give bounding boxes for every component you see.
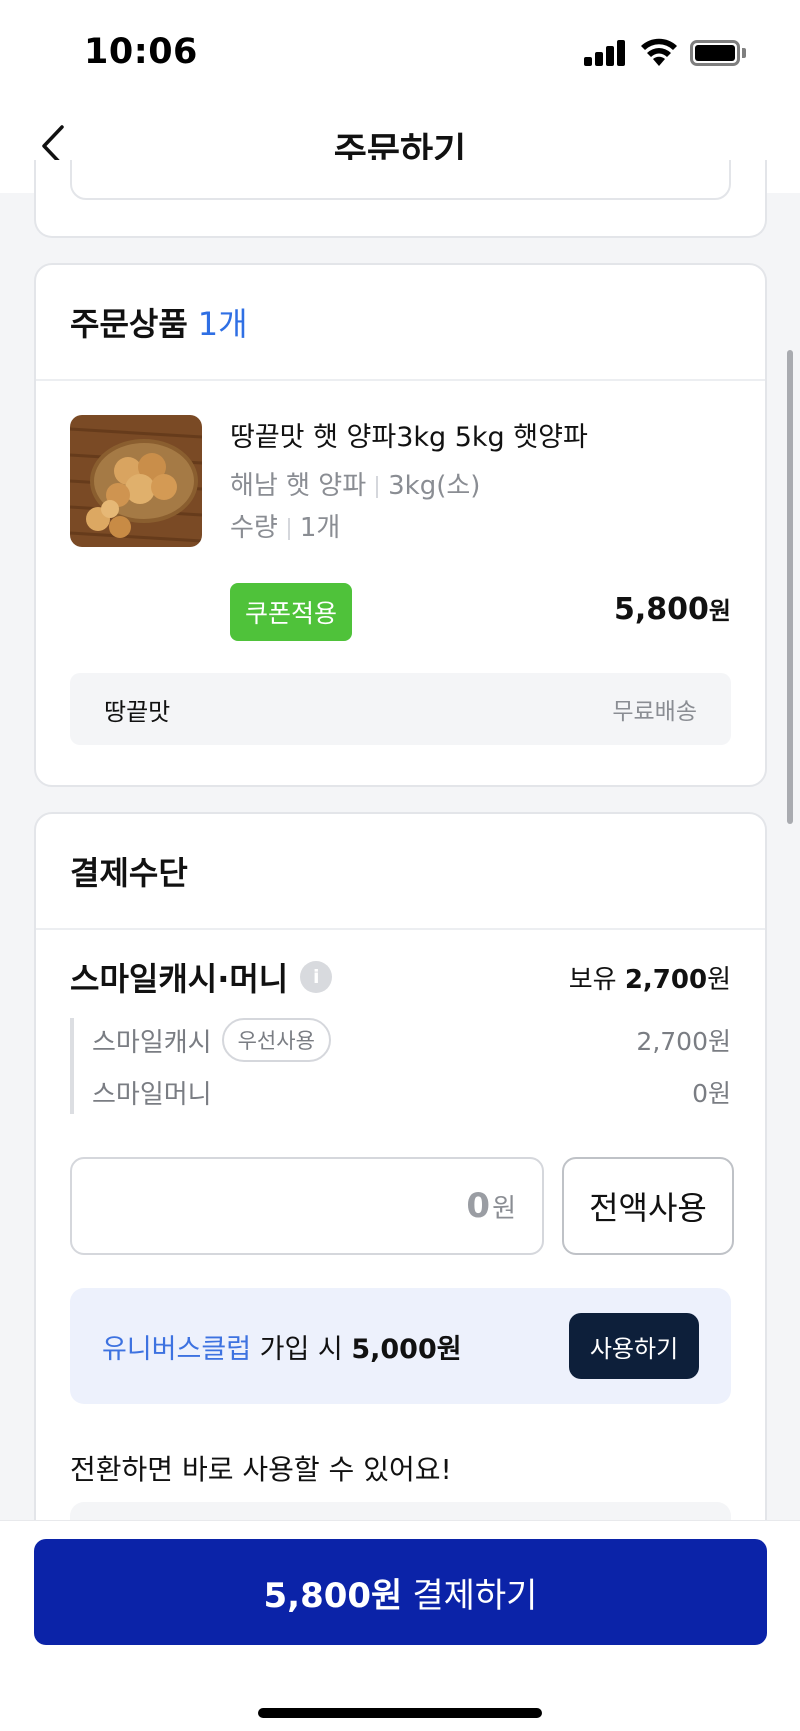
order-products-count: 1개 — [197, 305, 248, 343]
universe-club-promo: 유니버스클럽 가입 시 5,000원 사용하기 — [70, 1288, 731, 1404]
product-quantity: 수량 1개 — [230, 507, 340, 544]
promo-amount: 5,000원 — [351, 1333, 462, 1365]
order-products-card: 주문상품 1개 땅끝맛 햇 양파3kg 5kg 햇양파 해남 햇 양파 3kg(소… — [34, 263, 767, 787]
smile-money-label: 스마일머니 — [92, 1079, 212, 1110]
smile-money-value: 0원 — [692, 1079, 731, 1108]
use-amount-value: 0 — [466, 1186, 491, 1226]
apply-coupon-button[interactable]: 쿠폰적용 — [230, 583, 352, 641]
product-price-unit: 원 — [708, 597, 731, 625]
payment-method-header: 결제수단 — [36, 814, 765, 930]
pay-label: 결제하기 — [412, 1575, 538, 1616]
smile-cash-money-title: 스마일캐시·머니 i — [70, 954, 333, 1000]
product-option: 해남 햇 양파 3kg(소) — [230, 465, 480, 502]
previous-section-field — [70, 160, 731, 200]
smile-cash-label-wrap: 스마일캐시 우선사용 — [92, 1018, 331, 1062]
pay-button[interactable]: 5,800원 결제하기 — [34, 1539, 767, 1645]
smile-cash-row: 스마일캐시 우선사용 2,700원 — [92, 1018, 731, 1062]
promo-text: 유니버스클럽 가입 시 5,000원 — [102, 1327, 462, 1366]
holding-balance: 보유 2,700원 — [569, 959, 731, 996]
holding-amount: 2,700 — [624, 964, 708, 995]
divider — [287, 517, 290, 540]
smile-title-text: 스마일캐시·머니 — [70, 960, 289, 998]
smile-cash-label: 스마일캐시 — [92, 1027, 212, 1058]
bottom-pay-bar: 5,800원 결제하기 — [0, 1520, 800, 1731]
home-indicator — [258, 1708, 542, 1718]
wifi-icon — [641, 38, 677, 66]
status-bar: 10:06 — [0, 0, 800, 100]
previous-section-card — [34, 160, 767, 238]
shipping-info: 땅끝맛 무료배송 — [70, 673, 731, 745]
onion-basket-image — [70, 415, 202, 547]
holding-unit: 원 — [707, 964, 731, 995]
scrollbar[interactable] — [787, 350, 793, 824]
product-option-value: 3kg(소) — [388, 471, 481, 501]
info-icon[interactable]: i — [300, 961, 333, 993]
use-amount-input[interactable]: 0원 — [70, 1157, 544, 1255]
priority-use-badge: 우선사용 — [221, 1018, 331, 1062]
smile-money-row: 스마일머니 0원 — [92, 1070, 731, 1114]
promo-use-button[interactable]: 사용하기 — [569, 1313, 699, 1379]
promo-mid-text: 가입 시 — [251, 1333, 352, 1365]
order-products-header: 주문상품 1개 — [36, 265, 765, 381]
smile-balance-row: 스마일캐시·머니 i 보유 2,700원 — [70, 954, 731, 1000]
quantity-label: 수량 — [230, 513, 278, 543]
holding-label: 보유 — [568, 964, 617, 995]
seller-name: 땅끝맛 — [104, 697, 171, 726]
product-price-value: 5,800 — [614, 592, 709, 627]
product-option-name: 해남 햇 양파 — [230, 471, 367, 501]
convert-note: 전환하면 바로 사용할 수 있어요! — [70, 1453, 452, 1486]
pay-amount: 5,800원 — [263, 1575, 403, 1616]
order-products-title: 주문상품 — [70, 305, 188, 343]
product-price: 5,800원 — [614, 591, 731, 627]
payment-method-title: 결제수단 — [70, 854, 188, 892]
smile-cash-value: 2,700원 — [636, 1027, 731, 1056]
payment-method-card: 결제수단 스마일캐시·머니 i 보유 2,700원 스마일캐시 우선사용 2,7… — [34, 812, 767, 1572]
universe-club-link[interactable]: 유니버스클럽 — [102, 1334, 251, 1365]
divider — [376, 475, 379, 498]
quantity-value: 1개 — [299, 513, 341, 543]
use-full-amount-button[interactable]: 전액사용 — [562, 1157, 734, 1255]
product-thumbnail[interactable] — [70, 415, 202, 547]
use-amount-unit: 원 — [492, 1193, 516, 1224]
status-time: 10:06 — [84, 32, 198, 72]
cellular-signal-icon — [584, 40, 626, 66]
shipping-fee: 무료배송 — [612, 699, 697, 725]
battery-icon — [690, 40, 746, 66]
balance-breakdown: 스마일캐시 우선사용 2,700원 스마일머니 0원 — [70, 1018, 731, 1114]
product-name[interactable]: 땅끝맛 햇 양파3kg 5kg 햇양파 — [230, 415, 588, 454]
